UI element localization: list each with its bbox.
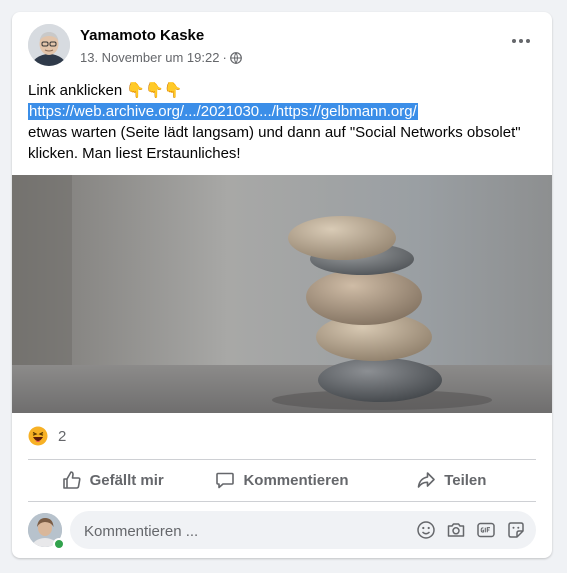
post-meta: 13. November um 19:22 · — [80, 50, 242, 65]
divider-bottom — [28, 501, 536, 502]
online-status-indicator — [53, 538, 65, 550]
reaction-summary[interactable]: 2 — [28, 426, 66, 446]
comment-label: Kommentieren — [243, 471, 349, 489]
post-actions: Gefällt mir Kommentieren Teilen — [28, 462, 536, 498]
share-icon — [416, 470, 436, 490]
share-label: Teilen — [444, 471, 487, 489]
stacked-pebbles-photo[interactable] — [12, 175, 552, 413]
camera-icon[interactable] — [446, 520, 466, 540]
post-header: Yamamoto Kaske 13. November um 19:22 · — [12, 12, 552, 80]
share-button[interactable]: Teilen — [367, 470, 536, 490]
post-timestamp[interactable]: 13. November um 19:22 — [80, 50, 219, 65]
comment-box[interactable] — [70, 511, 536, 551]
post-text: Link anklicken 👇👇👇 https://web.archive.o… — [28, 80, 538, 164]
like-label: Gefällt mir — [89, 471, 164, 489]
comment-icon — [215, 470, 235, 490]
comment-input[interactable] — [82, 511, 406, 551]
gif-icon[interactable] — [476, 520, 496, 540]
comment-tools — [416, 520, 526, 540]
divider-top — [28, 459, 536, 460]
post-link[interactable]: https://web.archive.org/.../2021030.../h… — [28, 103, 418, 120]
globe-icon — [229, 51, 242, 64]
emoji-icon[interactable] — [416, 520, 436, 540]
post-text-line-1: Link anklicken 👇👇👇 — [28, 82, 183, 99]
author-avatar[interactable] — [28, 24, 70, 66]
comment-button[interactable]: Kommentieren — [197, 470, 366, 490]
reaction-count: 2 — [58, 427, 67, 445]
meta-separator: · — [222, 50, 227, 65]
thumbs-up-icon — [62, 470, 82, 490]
like-button[interactable]: Gefällt mir — [28, 470, 197, 490]
more-options-icon[interactable] — [508, 34, 534, 48]
sticker-icon[interactable] — [506, 520, 526, 540]
comment-composer — [28, 511, 536, 551]
post-card: Yamamoto Kaske 13. November um 19:22 · L… — [12, 12, 552, 558]
haha-reaction-icon — [28, 426, 48, 446]
author-name[interactable]: Yamamoto Kaske — [80, 27, 204, 44]
post-text-line-3: etwas warten (Seite lädt langsam) und da… — [28, 124, 521, 162]
